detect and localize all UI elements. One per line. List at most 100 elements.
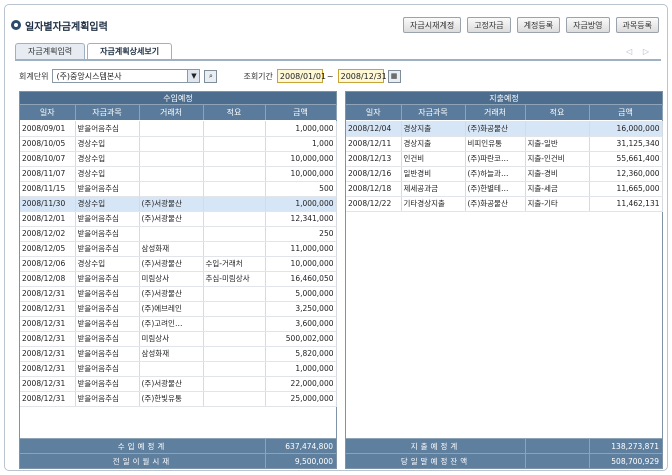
table-cell[interactable]: 2008/12/18 [346,181,402,197]
table-cell[interactable]: 받을어음추심 [75,331,140,347]
table-cell[interactable] [203,166,266,182]
income-col-client[interactable]: 거래처 [139,105,204,120]
table-cell[interactable] [203,391,266,407]
table-cell[interactable]: 1,000,000 [265,121,337,137]
table-cell[interactable] [139,361,204,377]
table-cell[interactable]: (주)하늘과… [465,166,526,182]
calendar-icon[interactable]: ▦ [387,69,401,83]
table-cell[interactable] [203,136,266,152]
fund-apply-button[interactable]: 자금방영 [566,17,610,33]
table-cell[interactable]: 제세공과금 [401,181,466,197]
table-cell[interactable]: 지출-일반 [525,136,590,152]
table-cell[interactable] [203,301,266,317]
table-cell[interactable]: (주)한별테… [465,181,526,197]
expense-col-memo[interactable]: 적요 [525,105,590,120]
table-cell[interactable]: 지출-인건비 [525,151,590,167]
table-row[interactable]: 2008/11/15 받을어음추심 500 [20,181,337,197]
table-row[interactable]: 2008/12/05 받을어음추심 삼성화재 11,000,000 [20,241,337,257]
table-cell[interactable]: 2008/12/22 [346,196,402,212]
table-cell[interactable]: 11,462,131 [589,196,663,212]
table-row[interactable]: 2008/12/04 경상지출 (주)화공물산 16,000,000 [346,121,663,137]
date-from-input[interactable]: 2008/01/01 [276,69,326,83]
table-row[interactable]: 2008/12/31 받을어음추심 (주)한빛유통 25,000,000 [20,391,337,407]
tab-fund-plan-detail[interactable]: 자금계획상세보기 [87,43,173,59]
table-row[interactable]: 2008/12/31 받을어음추심 (주)고려인… 3,600,000 [20,316,337,332]
subject-register-button[interactable]: 과목등록 [615,17,659,33]
table-cell[interactable]: 500,002,000 [265,331,337,347]
table-cell[interactable]: (주)파란코… [465,151,526,167]
table-cell[interactable]: 2008/12/31 [20,301,76,317]
table-cell[interactable]: 16,460,050 [265,271,337,287]
table-cell[interactable] [139,136,204,152]
table-cell[interactable]: 11,665,000 [589,181,663,197]
table-cell[interactable] [203,361,266,377]
table-row[interactable]: 2008/12/06 경상수입 (주)서광물산 수입-거래처 10,000,000 [20,256,337,272]
table-cell[interactable]: (주)고려인… [139,316,204,332]
expense-col-date[interactable]: 일자 [346,105,402,120]
table-cell[interactable]: 추심-미림상사 [203,271,266,287]
table-cell[interactable]: 받을어음추심 [75,226,140,242]
table-cell[interactable]: 삼성화재 [139,346,204,362]
table-row[interactable]: 2008/12/31 받을어음추심 (주)에브레인 3,250,000 [20,301,337,317]
table-cell[interactable] [139,181,204,197]
table-cell[interactable]: 미림상사 [139,271,204,287]
table-cell[interactable]: 22,000,000 [265,376,337,392]
table-cell[interactable]: 경상수입 [75,166,140,182]
table-row[interactable]: 2008/10/05 경상수입 1,000 [20,136,337,152]
table-cell[interactable]: 경상수입 [75,256,140,272]
table-cell[interactable]: 10,000,000 [265,151,337,167]
table-cell[interactable]: 인건비 [401,151,466,167]
table-cell[interactable] [139,151,204,167]
table-cell[interactable]: 받을어음추심 [75,391,140,407]
table-cell[interactable]: 받을어음추심 [75,271,140,287]
table-cell[interactable]: (주)에브레인 [139,301,204,317]
table-row[interactable]: 2008/11/07 경상수입 10,000,000 [20,166,337,182]
table-row[interactable]: 2008/12/13 인건비 (주)파란코… 지출-인건비 55,661,400 [346,151,663,167]
table-row[interactable]: 2008/12/11 경상지출 비피인유통 지출-일반 31,125,340 [346,136,663,152]
table-cell[interactable]: 11,000,000 [265,241,337,257]
table-cell[interactable]: 2008/09/01 [20,121,76,137]
table-row[interactable]: 2008/12/31 받을어음추심 미림상사 500,002,000 [20,331,337,347]
table-cell[interactable]: 10,000,000 [265,166,337,182]
table-cell[interactable]: 받을어음추심 [75,181,140,197]
table-cell[interactable]: 2008/12/13 [346,151,402,167]
table-cell[interactable]: 수입-거래처 [203,256,266,272]
expense-col-subject[interactable]: 자금과목 [401,105,466,120]
table-cell[interactable]: 5,820,000 [265,346,337,362]
table-cell[interactable]: 받을어음추심 [75,241,140,257]
table-cell[interactable]: 2008/12/11 [346,136,402,152]
table-cell[interactable]: 2008/11/15 [20,181,76,197]
table-cell[interactable]: 25,000,000 [265,391,337,407]
table-cell[interactable]: 경상수입 [75,196,140,212]
table-cell[interactable]: 16,000,000 [589,121,663,137]
table-cell[interactable] [203,286,266,302]
table-row[interactable]: 2008/09/01 받을어음추심 1,000,000 [20,121,337,137]
table-cell[interactable]: (주)서광물산 [139,376,204,392]
table-cell[interactable]: 2008/12/31 [20,316,76,332]
table-cell[interactable]: 3,250,000 [265,301,337,317]
table-cell[interactable]: 미림상사 [139,331,204,347]
table-cell[interactable]: 지출-기타 [525,196,590,212]
table-row[interactable]: 2008/12/31 받을어음추심 삼성화재 5,820,000 [20,346,337,362]
fixed-fund-button[interactable]: 고정자금 [467,17,511,33]
table-cell[interactable]: 1,000,000 [265,196,337,212]
table-cell[interactable]: 12,360,000 [589,166,663,182]
income-col-date[interactable]: 일자 [20,105,76,120]
table-cell[interactable]: 2008/12/31 [20,346,76,362]
table-cell[interactable]: 받을어음추심 [75,121,140,137]
table-cell[interactable]: 2008/12/31 [20,286,76,302]
table-cell[interactable]: 2008/12/31 [20,391,76,407]
table-cell[interactable]: 2008/10/07 [20,151,76,167]
table-cell[interactable]: 2008/12/05 [20,241,76,257]
income-col-memo[interactable]: 적요 [203,105,266,120]
table-cell[interactable]: 일반경비 [401,166,466,182]
date-to-input[interactable]: 2008/12/31 [337,69,387,83]
table-row[interactable]: 2008/11/30 경상수입 (주)서광물산 1,000,000 [20,196,337,212]
table-cell[interactable]: 삼성화재 [139,241,204,257]
expense-col-client[interactable]: 거래처 [465,105,526,120]
table-cell[interactable]: 2008/12/31 [20,376,76,392]
table-cell[interactable] [203,121,266,137]
table-cell[interactable]: 비피인유통 [465,136,526,152]
table-cell[interactable]: 2008/12/16 [346,166,402,182]
fund-balance-account-button[interactable]: 자금시재계정 [403,17,462,33]
